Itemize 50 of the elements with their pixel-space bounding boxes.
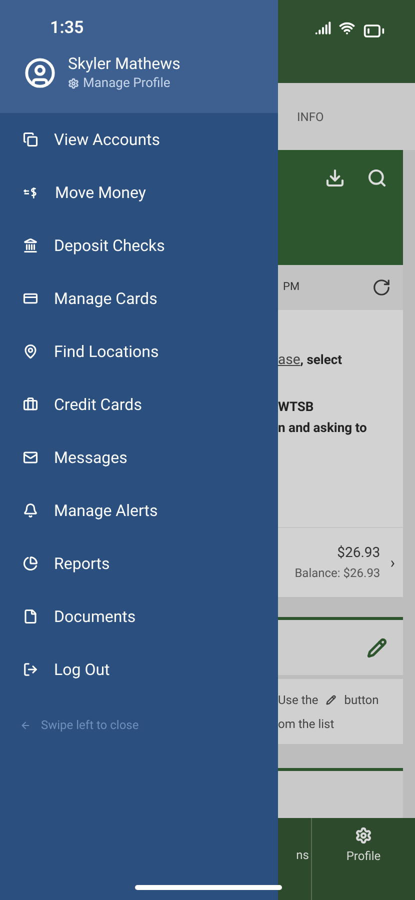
tip-text: om the list [278,716,336,732]
status-time: 1:35 [50,17,84,40]
tip-text: button [344,692,379,708]
message-link[interactable]: ase [278,352,300,368]
menu-item[interactable]: Find Locations [0,325,278,378]
menu-item[interactable]: Reports [0,537,278,590]
tip-text: Use the [278,692,318,708]
signal-icon [315,20,331,36]
briefcase-icon [23,397,38,412]
balance: Balance: $26.93 [294,565,380,582]
mail-icon [23,450,38,465]
manage-profile-link[interactable]: Manage Profile [68,74,180,93]
pencil-icon[interactable] [367,638,387,658]
menu-item[interactable]: Credit Cards [0,378,278,431]
menu-item[interactable]: Documents [0,590,278,643]
settings-icon [355,827,372,844]
menu-item[interactable]: Log Out [0,643,278,696]
refresh-icon[interactable] [372,278,391,297]
settings-icon [68,78,79,89]
nav-tab[interactable]: Profile [312,818,415,900]
amount: $26.93 [337,544,380,563]
swipe-hint: Swipe left to close [41,717,139,734]
download-icon[interactable] [325,168,345,188]
pie-chart-icon [23,556,38,571]
menu-item[interactable]: Move Money [0,166,278,219]
menu-item[interactable]: Messages [0,431,278,484]
accounts-icon [23,132,38,147]
bell-icon [23,503,38,518]
menu-item[interactable]: Deposit Checks [0,219,278,272]
dollar-arrows-icon [23,184,39,200]
menu-item[interactable]: Manage Alerts [0,484,278,537]
card-icon [23,291,38,306]
user-name: Skyler Mathews [68,54,180,74]
menu-item[interactable]: Manage Cards [0,272,278,325]
message-line: WTSB [278,399,315,417]
avatar-icon [24,57,56,90]
arrow-left-icon [20,720,31,730]
location-pin-icon [23,344,38,359]
wifi-icon [339,20,355,36]
bank-icon [23,238,38,253]
message-line: n and asking to [278,420,368,438]
menu-item[interactable]: View Accounts [0,113,278,166]
chevron: › [390,552,395,574]
updated-time: PM [283,279,300,296]
document-icon [23,609,38,624]
log-out-icon [23,662,38,677]
tab[interactable]: INFO [297,108,324,126]
pencil-icon [326,694,336,704]
message-text: ase, select [278,351,344,370]
search-icon[interactable] [367,168,387,188]
